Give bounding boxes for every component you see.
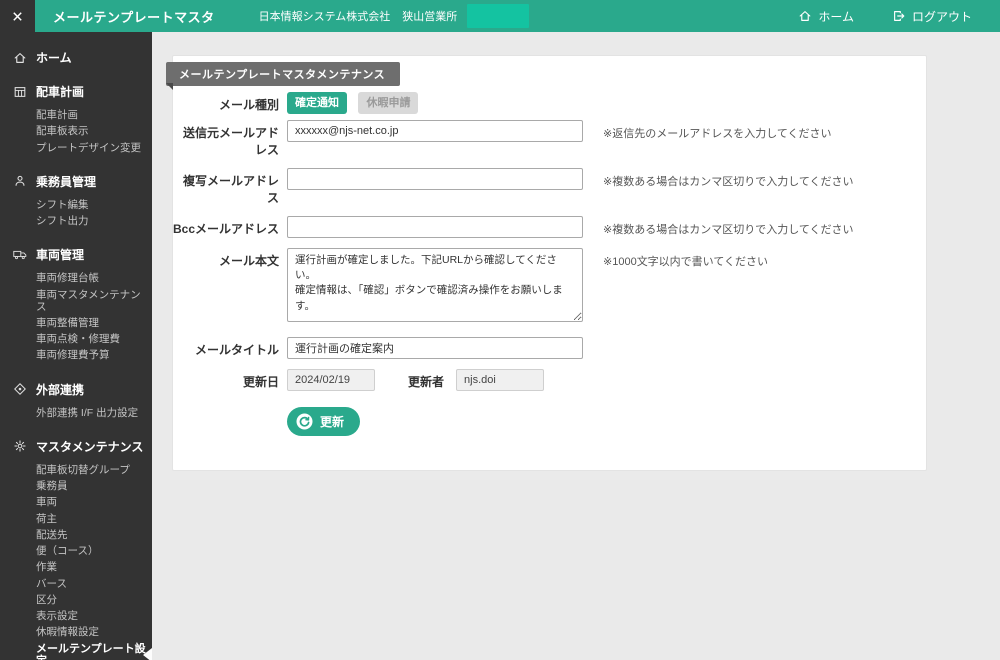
sidebar-item-shipper[interactable]: 荷主 xyxy=(0,511,152,527)
sidebar-section-vehicle-mgmt[interactable]: 車両管理 xyxy=(0,246,152,263)
mail-body-note: ※1000文字以内で書いてください xyxy=(603,256,769,268)
company-name: 日本情報システム株式会社 xyxy=(258,11,391,23)
updated-by-label: 更新者 xyxy=(408,375,445,389)
submit-row: 更新 xyxy=(173,407,926,436)
redacted-user-badge xyxy=(467,4,530,28)
mail-title-input[interactable] xyxy=(287,337,583,359)
person-icon xyxy=(13,174,27,188)
bcc-address-label: Bccメールアドレス xyxy=(173,222,280,236)
mail-template-form: メール種別 確定通知 休暇申請 送信元メールアドレス ※返信先のメールアドレスを… xyxy=(173,56,926,470)
home-icon xyxy=(798,9,812,23)
mail-type-vacation-button[interactable]: 休暇申請 xyxy=(358,92,419,114)
cc-address-label: 複写メールアドレス xyxy=(182,174,279,205)
sidebar-section-dispatch-plan[interactable]: 配車計画 xyxy=(0,83,152,100)
cc-address-note: ※複数ある場合はカンマ区切りで入力してください xyxy=(603,176,854,188)
page-title-badge: メールテンプレートマスタメンテナンス xyxy=(166,62,401,86)
update-button-label: 更新 xyxy=(320,415,345,429)
bcc-address-row: Bccメールアドレス ※複数ある場合はカンマ区切りで入力してください xyxy=(173,216,926,238)
sidebar-item-external-if-output[interactable]: 外部連携 I/F 出力設定 xyxy=(0,405,152,421)
updated-by-value xyxy=(456,369,545,391)
app-title: メールテンプレートマスタ xyxy=(53,9,215,25)
sidebar-item-label: ホーム xyxy=(36,51,72,65)
sidebar-item-vehicle-inspection-cost[interactable]: 車両点検・修理費 xyxy=(0,331,152,347)
from-address-input[interactable] xyxy=(287,120,583,142)
close-icon xyxy=(11,10,24,23)
sidebar-section-master-maintenance[interactable]: マスタメンテナンス xyxy=(0,438,152,455)
cc-address-input[interactable] xyxy=(287,168,583,190)
badge-fold-corner xyxy=(166,83,173,90)
submit-spacer xyxy=(173,407,279,411)
cc-address-row: 複写メールアドレス ※複数ある場合はカンマ区切りで入力してください xyxy=(173,168,926,206)
sidebar-section-label: 配車計画 xyxy=(36,85,85,99)
sidebar-item-dispatch-plan[interactable]: 配車計画 xyxy=(0,107,152,123)
gear-icon xyxy=(13,439,27,453)
from-address-note: ※返信先のメールアドレスを入力してください xyxy=(603,128,832,140)
mail-body-row: メール本文 運行計画が確定しました。下記URLから確認してください。 確定情報は… xyxy=(173,248,926,327)
sidebar-section-external-link[interactable]: 外部連携 xyxy=(0,381,152,398)
sidebar-item-work[interactable]: 作業 xyxy=(0,559,152,575)
mail-title-row: メールタイトル xyxy=(173,337,926,359)
mail-body-textarea[interactable]: 運行計画が確定しました。下記URLから確認してください。 確定情報は、「確認」ボ… xyxy=(287,248,583,322)
sidebar-item-display-settings[interactable]: 表示設定 xyxy=(0,608,152,624)
sidebar-item-delivery-destination[interactable]: 配送先 xyxy=(0,527,152,543)
from-address-label: 送信元メールアドレス xyxy=(182,126,279,157)
sidebar-item-label: メールテンプレート設定 xyxy=(36,642,146,660)
home-link-label: ホーム xyxy=(818,9,854,24)
mail-body-label: メール本文 xyxy=(218,254,279,268)
sidebar-item-plate-design[interactable]: プレートデザイン変更 xyxy=(0,140,152,156)
diamond-target-icon xyxy=(13,382,27,396)
sidebar-section-label: 乗務員管理 xyxy=(36,174,97,189)
updated-date-label: 更新日 xyxy=(242,375,279,389)
sidebar-item-crew[interactable]: 乗務員 xyxy=(0,478,152,494)
logout-icon xyxy=(892,9,906,23)
bcc-address-note: ※複数ある場合はカンマ区切りで入力してください xyxy=(603,224,854,236)
home-link[interactable]: ホーム xyxy=(798,8,854,25)
sidebar-item-vehicle-repair-ledger[interactable]: 車両修理台帳 xyxy=(0,270,152,286)
close-sidebar-button[interactable] xyxy=(0,0,35,32)
logout-link[interactable]: ログアウト xyxy=(892,8,972,25)
sidebar-item-vacation-settings[interactable]: 休暇情報設定 xyxy=(0,624,152,640)
logout-link-label: ログアウト xyxy=(911,9,972,24)
sidebar-item-dispatch-board[interactable]: 配車板表示 xyxy=(0,123,152,139)
mail-type-label: メール種別 xyxy=(218,98,279,112)
sidebar-section-label: 外部連携 xyxy=(36,382,85,397)
sidebar-item-route-course[interactable]: 便（コース） xyxy=(0,543,152,559)
sidebar-item-vehicle[interactable]: 車両 xyxy=(0,494,152,510)
app-header: メールテンプレートマスタ 日本情報システム株式会社 狭山営業所 ホーム ログアウ… xyxy=(0,0,1000,32)
sidebar-item-vehicle-repair-budget[interactable]: 車両修理費予算 xyxy=(0,347,152,363)
mail-title-label: メールタイトル xyxy=(194,343,279,357)
main-content: メールテンプレートマスタメンテナンス メール種別 確定通知 休暇申請 送信元メー… xyxy=(152,32,1000,660)
sidebar-nav: ホーム 配車計画 配車計画 配車板表示 プレートデザイン変更 乗務員管理 シフト… xyxy=(0,32,152,660)
home-icon xyxy=(13,51,27,65)
sidebar-item-shift-edit[interactable]: シフト編集 xyxy=(0,197,152,213)
sidebar-item-mail-template-settings[interactable]: メールテンプレート設定 xyxy=(0,641,152,660)
mail-type-row: メール種別 確定通知 休暇申請 xyxy=(173,92,926,114)
truck-icon xyxy=(13,248,27,262)
sidebar-item-category[interactable]: 区分 xyxy=(0,592,152,608)
refresh-icon xyxy=(296,413,313,430)
selected-item-arrow xyxy=(143,648,152,660)
sidebar-section-crew-mgmt[interactable]: 乗務員管理 xyxy=(0,173,152,190)
mail-type-buttons: 確定通知 休暇申請 xyxy=(287,92,419,114)
sidebar-section-label: マスタメンテナンス xyxy=(36,439,144,454)
from-address-row: 送信元メールアドレス ※返信先のメールアドレスを入力してください xyxy=(173,120,926,158)
updated-date-value xyxy=(287,369,375,391)
calendar-icon xyxy=(13,85,27,99)
sidebar-item-shift-output[interactable]: シフト出力 xyxy=(0,213,152,229)
sidebar-item-vehicle-master[interactable]: 車両マスタメンテナンス xyxy=(0,287,152,315)
update-meta-row: 更新日 更新者 xyxy=(173,369,926,391)
office-name: 狭山営業所 xyxy=(402,11,458,23)
mail-template-card: メールテンプレートマスタメンテナンス メール種別 確定通知 休暇申請 送信元メー… xyxy=(166,55,927,471)
sidebar-section-label: 車両管理 xyxy=(36,248,85,263)
update-button[interactable]: 更新 xyxy=(287,407,361,436)
sidebar-item-berth[interactable]: バース xyxy=(0,576,152,592)
mail-type-confirm-button[interactable]: 確定通知 xyxy=(287,92,347,114)
sidebar-item-vehicle-maintenance[interactable]: 車両整備管理 xyxy=(0,315,152,331)
bcc-address-input[interactable] xyxy=(287,216,583,238)
sidebar-item-home[interactable]: ホーム xyxy=(0,49,152,66)
sidebar-item-dispatch-board-group[interactable]: 配車板切替グループ xyxy=(0,462,152,478)
